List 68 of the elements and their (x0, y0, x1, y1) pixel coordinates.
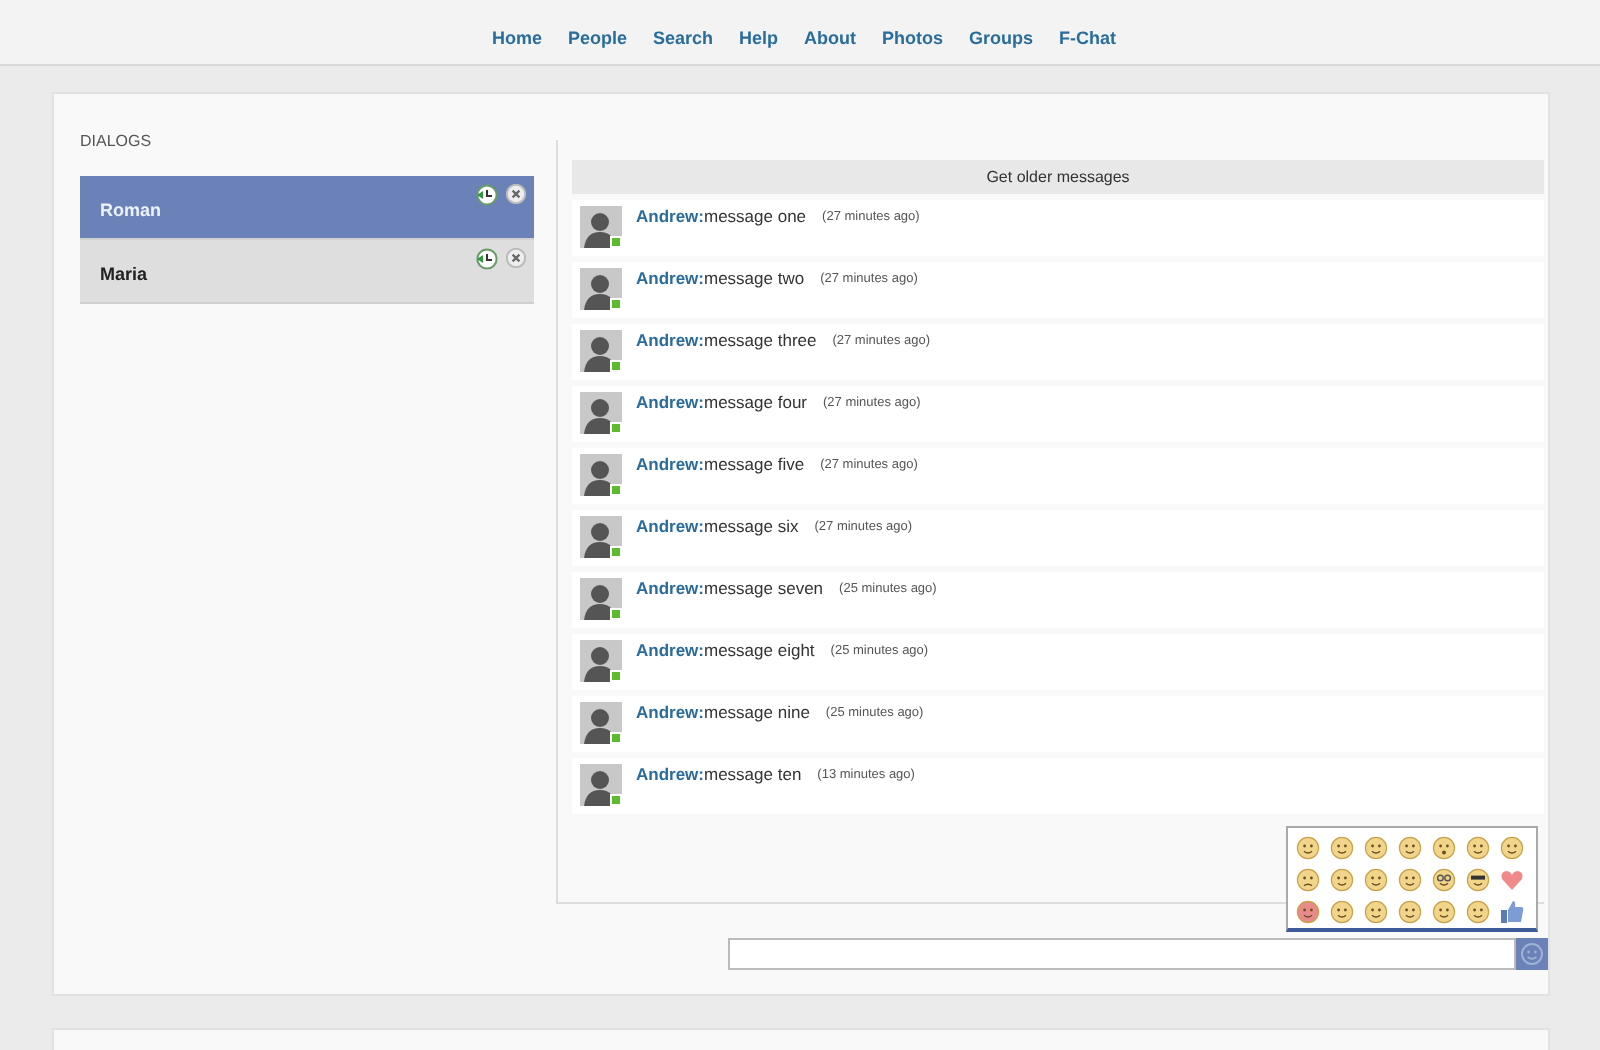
smiley-icon[interactable] (1364, 900, 1388, 924)
smiley-icon[interactable] (1432, 868, 1456, 892)
smiley-icon[interactable] (1398, 900, 1422, 924)
nav-link[interactable]: About (804, 27, 857, 47)
author-link[interactable]: Andrew: (636, 392, 704, 412)
avatar-icon (580, 516, 622, 558)
author-link[interactable]: Andrew: (636, 330, 704, 350)
avatar-icon (580, 206, 622, 248)
dialog-item[interactable]: Maria (80, 240, 534, 304)
history-icon[interactable] (476, 248, 498, 270)
author-link[interactable]: Andrew: (636, 454, 704, 474)
smiley-icon[interactable] (1330, 900, 1354, 924)
avatar-icon (580, 764, 622, 806)
smiley-icon[interactable] (1364, 836, 1388, 860)
smiley-icon[interactable] (1466, 900, 1490, 924)
message-text: message three (704, 330, 817, 350)
older-messages-button[interactable]: Get older messages (572, 160, 1544, 194)
smiley-icon[interactable] (1432, 900, 1456, 924)
smiley-icon[interactable] (1296, 900, 1320, 924)
thumbs-up-icon[interactable] (1500, 900, 1524, 924)
message-text: message four (704, 392, 807, 412)
smiley-icon[interactable] (1466, 836, 1490, 860)
nav-link[interactable]: Photos (882, 27, 944, 47)
author-link[interactable]: Andrew: (636, 764, 704, 784)
author-link[interactable]: Andrew: (636, 206, 704, 226)
message-text: message nine (704, 702, 810, 722)
nav-link[interactable]: Home (491, 27, 542, 47)
close-icon[interactable] (506, 248, 526, 268)
message-text: message five (704, 454, 805, 474)
message-text: message six (704, 516, 799, 536)
author-link[interactable]: Andrew: (636, 578, 704, 598)
nav-link[interactable]: Search (652, 27, 714, 47)
avatar-icon (580, 702, 622, 744)
close-icon[interactable] (506, 184, 526, 204)
nav-link[interactable]: Groups (969, 27, 1034, 47)
smiley-icon[interactable] (1398, 868, 1422, 892)
smiley-icon (1520, 942, 1544, 966)
smiley-icon[interactable] (1398, 836, 1422, 860)
avatar-icon (580, 578, 622, 620)
message-input[interactable] (728, 938, 1516, 970)
avatar-icon (580, 640, 622, 682)
smiley-icon[interactable] (1296, 836, 1320, 860)
smiley-icon[interactable] (1364, 868, 1388, 892)
avatar-icon (580, 268, 622, 310)
smiley-icon[interactable] (1296, 868, 1320, 892)
history-icon[interactable] (476, 184, 498, 206)
message-text: message two (704, 268, 805, 288)
dialog-item[interactable]: Roman (80, 176, 534, 240)
nav-link[interactable]: People (567, 27, 627, 47)
message-text: message one (704, 206, 807, 226)
smiley-icon[interactable] (1500, 836, 1524, 860)
message-text: message eight (704, 640, 815, 660)
message-text: message seven (704, 578, 824, 598)
smiley-icon[interactable] (1330, 836, 1354, 860)
smiley-icon[interactable] (1432, 836, 1456, 860)
author-link[interactable]: Andrew: (636, 268, 704, 288)
nav-link[interactable]: Help (739, 27, 779, 47)
author-link[interactable]: Andrew: (636, 702, 704, 722)
nav-link[interactable]: F-Chat (1059, 27, 1117, 47)
avatar-icon (580, 330, 622, 372)
section-title: DIALOGS (80, 130, 152, 150)
author-link[interactable]: Andrew: (636, 640, 704, 660)
message-text: message ten (704, 764, 802, 784)
author-link[interactable]: Andrew: (636, 516, 704, 536)
smiley-icon[interactable] (1466, 868, 1490, 892)
avatar-icon (580, 454, 622, 496)
smiley-icon[interactable] (1330, 868, 1354, 892)
avatar-icon (580, 392, 622, 434)
